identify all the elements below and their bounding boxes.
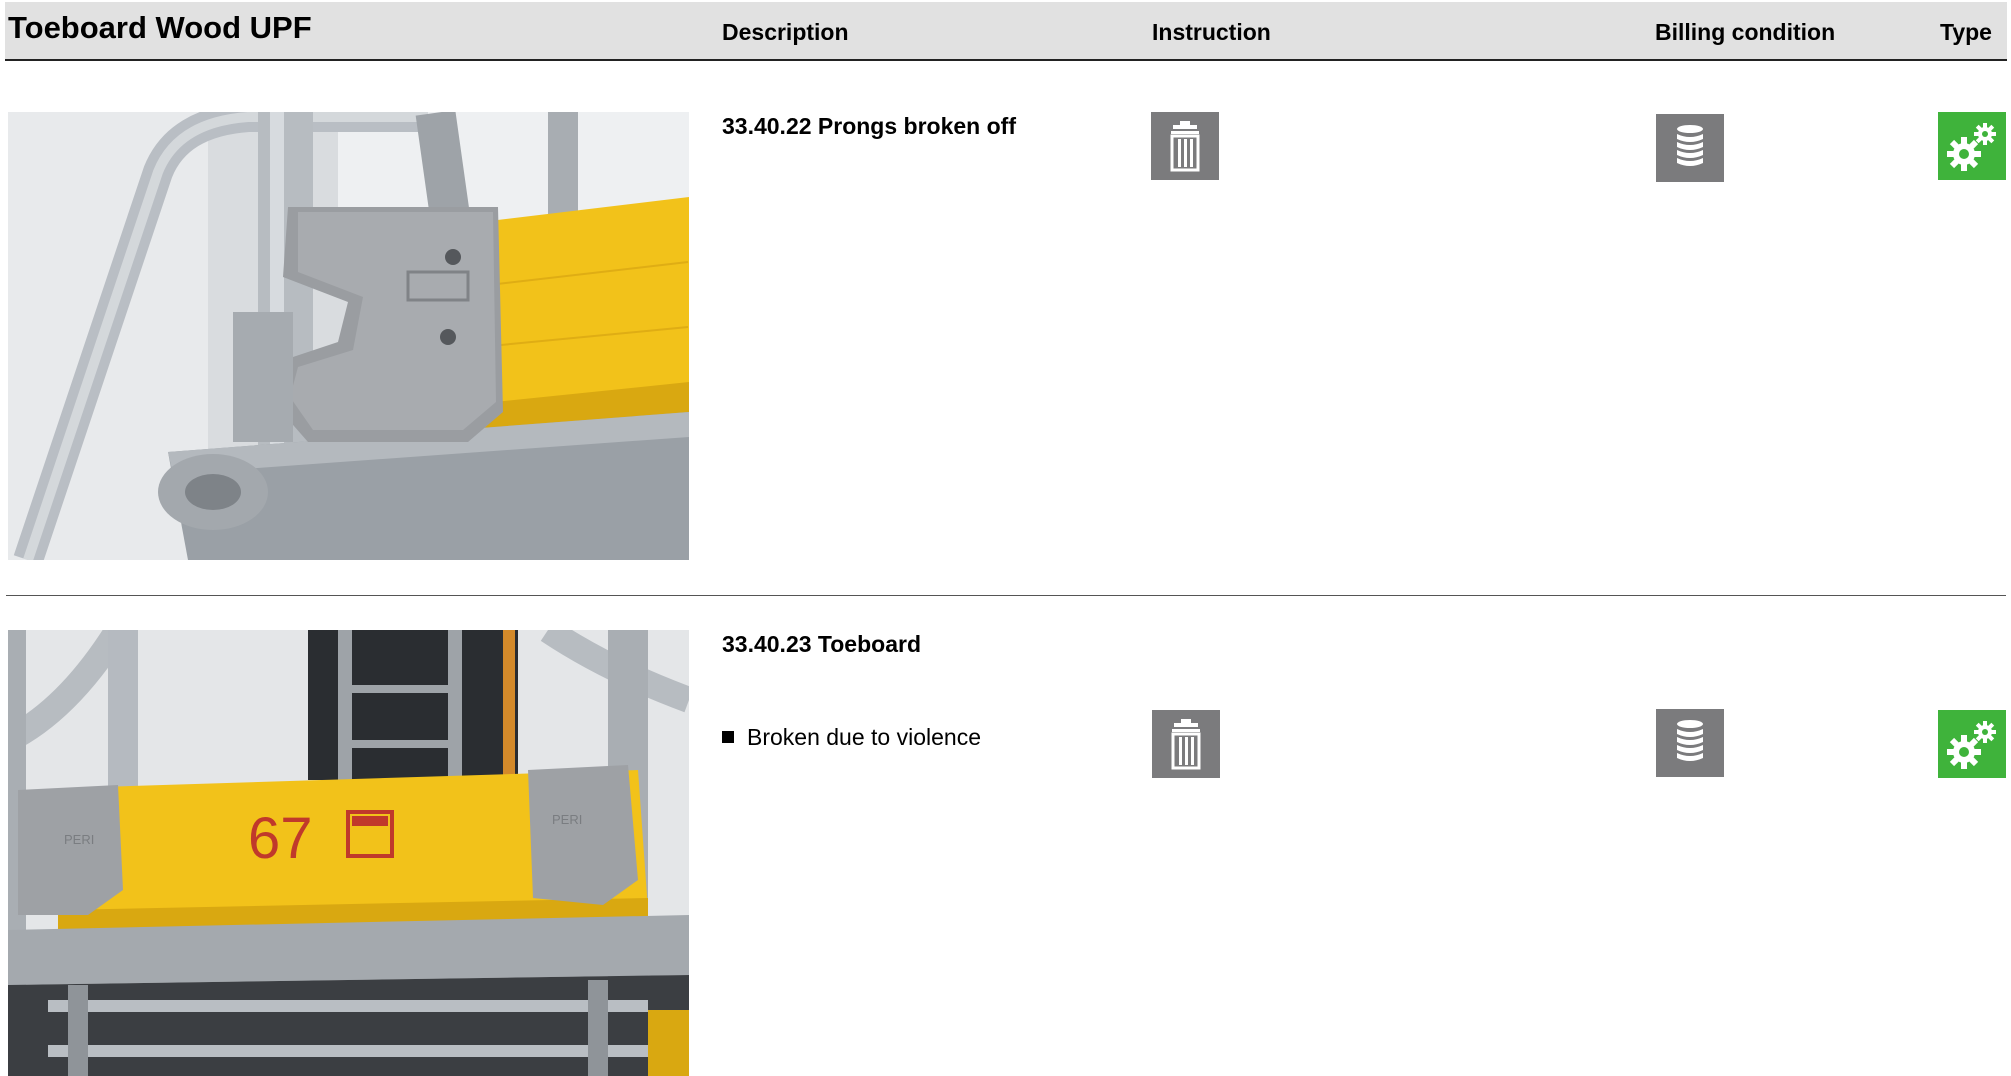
row-divider	[6, 595, 2006, 596]
board-number: 67	[248, 806, 313, 871]
trash-icon	[1151, 112, 1219, 180]
damage-photo-prongs	[8, 112, 689, 560]
coin-stack-icon	[1656, 114, 1724, 182]
damage-photo-toeboard: 67 PERI PERI	[8, 630, 689, 1076]
page-title: Toeboard Wood UPF	[8, 10, 312, 45]
coin-stack-icon	[1656, 709, 1724, 777]
column-header-type: Type	[1940, 19, 1992, 45]
clip-brand-left: PERI	[64, 832, 94, 847]
bullet-text: Broken due to violence	[747, 724, 981, 750]
column-header-billing-condition: Billing condition	[1655, 19, 1836, 45]
bullet-square	[722, 731, 734, 743]
clip-brand-right: PERI	[552, 812, 582, 827]
trash-icon	[1152, 710, 1220, 778]
damage-code-label: 33.40.22 Prongs broken off	[722, 113, 1016, 139]
gears-icon	[1938, 112, 2006, 180]
bullet-item: Broken due to violence	[722, 724, 981, 751]
damage-code-label: 33.40.23 Toeboard	[722, 631, 921, 657]
gears-icon	[1938, 710, 2006, 778]
column-header-description: Description	[722, 19, 849, 45]
column-header-instruction: Instruction	[1152, 19, 1271, 45]
table-header: Toeboard Wood UPF Description Instructio…	[5, 2, 2007, 61]
